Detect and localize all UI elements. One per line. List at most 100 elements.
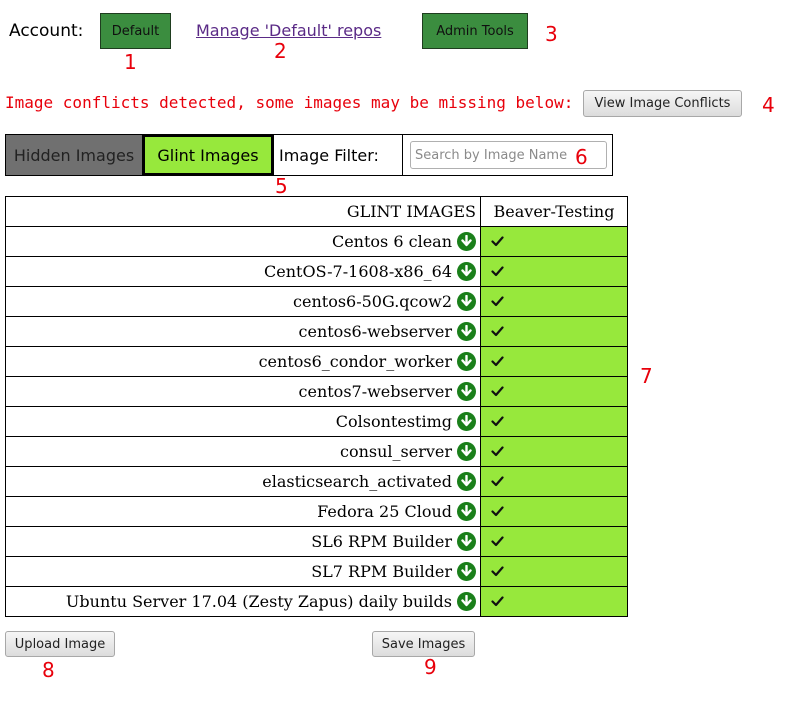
annotation-marker-9: 9	[424, 655, 437, 679]
checkmark-icon[interactable]	[491, 236, 504, 251]
image-name: SL6 RPM Builder	[311, 532, 452, 551]
download-icon[interactable]	[457, 292, 476, 311]
tab-glint-images[interactable]: Glint Images	[142, 134, 274, 176]
download-icon[interactable]	[457, 472, 476, 491]
table-row: consul_server	[5, 436, 628, 467]
table-row: Ubuntu Server 17.04 (Zesty Zapus) daily …	[5, 586, 628, 617]
images-table: GLINT IMAGES Beaver-Testing Centos 6 cle…	[5, 196, 628, 617]
table-row: CentOS-7-1608-x86_64	[5, 256, 628, 287]
image-name-cell: SL7 RPM Builder	[5, 556, 481, 587]
table-row: centos6-50G.qcow2	[5, 286, 628, 317]
image-name-wrap: Fedora 25 Cloud	[317, 502, 476, 521]
image-name-cell: Colsontestimg	[5, 406, 481, 437]
checkmark-icon[interactable]	[491, 536, 504, 551]
download-icon[interactable]	[457, 262, 476, 281]
beaver-testing-cell[interactable]	[480, 316, 628, 347]
checkmark-icon[interactable]	[491, 266, 504, 281]
table-row: Colsontestimg	[5, 406, 628, 437]
checkmark-icon[interactable]	[491, 566, 504, 581]
image-name-cell: centos6_condor_worker	[5, 346, 481, 377]
download-icon[interactable]	[457, 442, 476, 461]
checkmark-icon[interactable]	[491, 296, 504, 311]
image-name: CentOS-7-1608-x86_64	[264, 262, 452, 281]
image-name: consul_server	[339, 442, 452, 461]
download-icon[interactable]	[457, 502, 476, 521]
download-icon[interactable]	[457, 232, 476, 251]
image-name-cell: SL6 RPM Builder	[5, 526, 481, 557]
image-name-cell: centos6-webserver	[5, 316, 481, 347]
checkmark-icon[interactable]	[491, 386, 504, 401]
image-name-wrap: consul_server	[340, 442, 476, 461]
download-icon[interactable]	[457, 532, 476, 551]
table-row: centos6-webserver	[5, 316, 628, 347]
checkmark-icon[interactable]	[491, 326, 504, 341]
beaver-testing-cell[interactable]	[480, 226, 628, 257]
checkmark-icon[interactable]	[491, 416, 504, 431]
download-icon[interactable]	[457, 412, 476, 431]
image-name-cell: elasticsearch_activated	[5, 466, 481, 497]
beaver-testing-cell[interactable]	[480, 436, 628, 467]
download-icon[interactable]	[457, 382, 476, 401]
image-name: elasticsearch_activated	[262, 472, 452, 491]
table-row: centos6_condor_worker	[5, 346, 628, 377]
checkmark-icon[interactable]	[491, 356, 504, 371]
image-name-wrap: centos6-50G.qcow2	[293, 292, 476, 311]
account-default-button[interactable]: Default	[100, 13, 171, 49]
annotation-marker-2: 2	[274, 39, 287, 63]
image-name: Centos 6 clean	[331, 232, 452, 251]
beaver-testing-cell[interactable]	[480, 406, 628, 437]
image-name: centos6-webserver	[298, 322, 452, 341]
upload-image-button[interactable]: Upload Image	[5, 631, 115, 657]
checkmark-icon[interactable]	[491, 506, 504, 521]
save-images-button[interactable]: Save Images	[372, 631, 475, 657]
table-row: SL7 RPM Builder	[5, 556, 628, 587]
image-name-cell: centos6-50G.qcow2	[5, 286, 481, 317]
image-name-wrap: Centos 6 clean	[332, 232, 476, 251]
table-row: SL6 RPM Builder	[5, 526, 628, 557]
table-body: Centos 6 clean CentOS-7-1608-x86_64centos…	[5, 226, 628, 617]
tab-hidden-images[interactable]: Hidden Images	[6, 135, 143, 175]
beaver-testing-cell[interactable]	[480, 346, 628, 377]
image-name-cell: Centos 6 clean	[5, 226, 481, 257]
account-label: Account:	[9, 21, 84, 41]
manage-repos-link[interactable]: Manage 'Default' repos	[196, 20, 381, 42]
checkmark-icon[interactable]	[491, 446, 504, 461]
table-row: Centos 6 clean	[5, 226, 628, 257]
table-row: centos7-webserver	[5, 376, 628, 407]
beaver-testing-cell[interactable]	[480, 466, 628, 497]
view-image-conflicts-button[interactable]: View Image Conflicts	[583, 90, 742, 117]
beaver-testing-cell[interactable]	[480, 286, 628, 317]
checkmark-icon[interactable]	[491, 476, 504, 491]
image-name-wrap: elasticsearch_activated	[262, 472, 476, 491]
annotation-marker-3: 3	[545, 22, 558, 46]
glint-images-column-header: GLINT IMAGES	[5, 196, 481, 227]
annotation-marker-5: 5	[275, 174, 288, 198]
download-icon[interactable]	[457, 562, 476, 581]
image-name-wrap: CentOS-7-1608-x86_64	[264, 262, 476, 281]
beaver-testing-cell[interactable]	[480, 526, 628, 557]
filter-divider	[402, 135, 403, 175]
download-icon[interactable]	[457, 352, 476, 371]
annotation-marker-4: 4	[762, 93, 775, 117]
image-filter-label: Image Filter:	[279, 145, 379, 165]
download-icon[interactable]	[457, 322, 476, 341]
image-name: Colsontestimg	[335, 412, 452, 431]
admin-tools-button[interactable]: Admin Tools	[422, 13, 528, 49]
annotation-marker-7: 7	[640, 364, 653, 388]
table-row: Fedora 25 Cloud	[5, 496, 628, 527]
beaver-testing-cell[interactable]	[480, 376, 628, 407]
image-name-wrap: SL6 RPM Builder	[311, 532, 476, 551]
beaver-testing-cell[interactable]	[480, 586, 628, 617]
download-icon[interactable]	[457, 592, 476, 611]
beaver-testing-cell[interactable]	[480, 556, 628, 587]
checkmark-icon[interactable]	[491, 596, 504, 611]
image-name-wrap: SL7 RPM Builder	[311, 562, 476, 581]
image-name-wrap: Ubuntu Server 17.04 (Zesty Zapus) daily …	[66, 592, 476, 611]
conflict-message: Image conflicts detected, some images ma…	[5, 93, 574, 112]
beaver-testing-cell[interactable]	[480, 496, 628, 527]
annotation-marker-1: 1	[124, 50, 137, 74]
beaver-testing-cell[interactable]	[480, 256, 628, 287]
image-name-cell: Fedora 25 Cloud	[5, 496, 481, 527]
annotation-marker-8: 8	[42, 658, 55, 682]
image-name: centos7-webserver	[298, 382, 452, 401]
